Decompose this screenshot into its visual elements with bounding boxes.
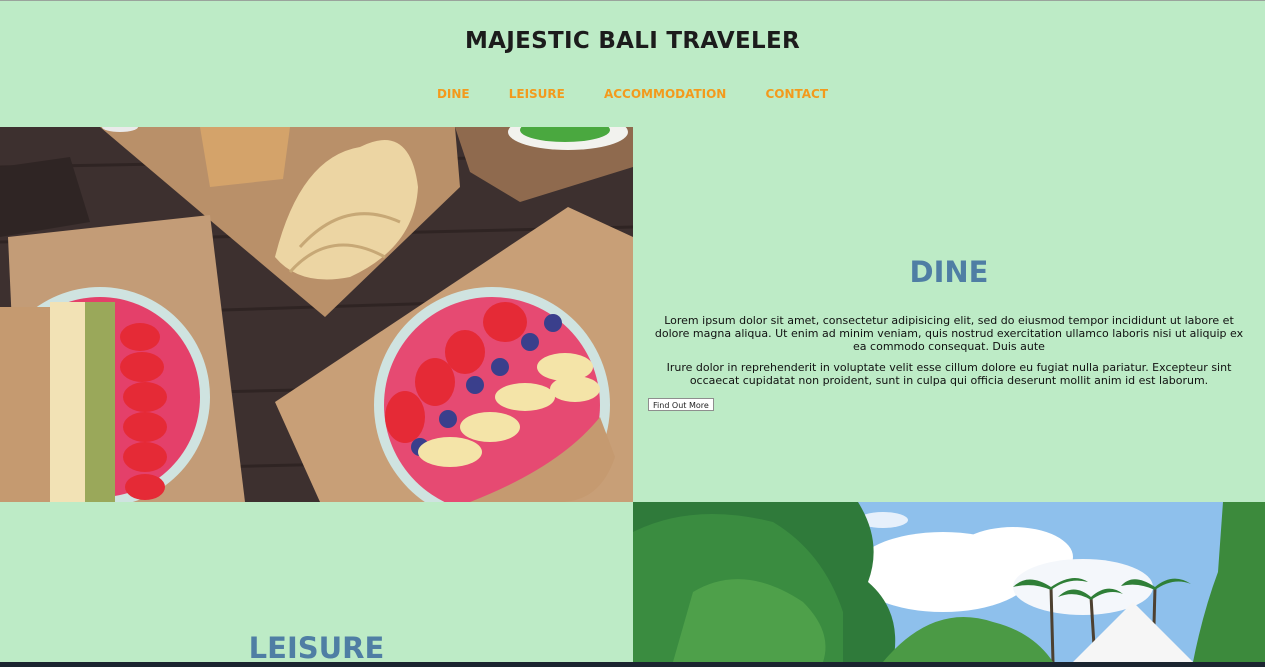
- site-header: MAJESTIC BALI TRAVELER DINE LEISURE ACCO…: [0, 0, 1265, 127]
- dine-heading: DINE: [909, 255, 989, 289]
- dine-paragraph-2: Irure dolor in reprehenderit in voluptat…: [666, 361, 1232, 387]
- leisure-image: [633, 502, 1265, 662]
- find-out-more-button[interactable]: Find Out More: [648, 398, 714, 411]
- dine-section: DINE Lorem ipsum dolor sit amet, consect…: [633, 127, 1265, 502]
- nav-leisure[interactable]: LEISURE: [509, 87, 565, 101]
- main-nav: DINE LEISURE ACCOMMODATION CONTACT: [0, 83, 1265, 102]
- nav-contact[interactable]: CONTACT: [765, 87, 828, 101]
- bottom-bar: [0, 662, 1265, 667]
- site-title: MAJESTIC BALI TRAVELER: [464, 28, 801, 54]
- dine-paragraph-1: Lorem ipsum dolor sit amet, consectetur …: [654, 314, 1244, 353]
- leisure-section: LEISURE: [0, 502, 633, 665]
- nav-dine[interactable]: DINE: [437, 87, 470, 101]
- dine-image: [0, 127, 633, 502]
- nav-accommodation[interactable]: ACCOMMODATION: [604, 87, 726, 101]
- leisure-heading: LEISURE: [248, 631, 385, 665]
